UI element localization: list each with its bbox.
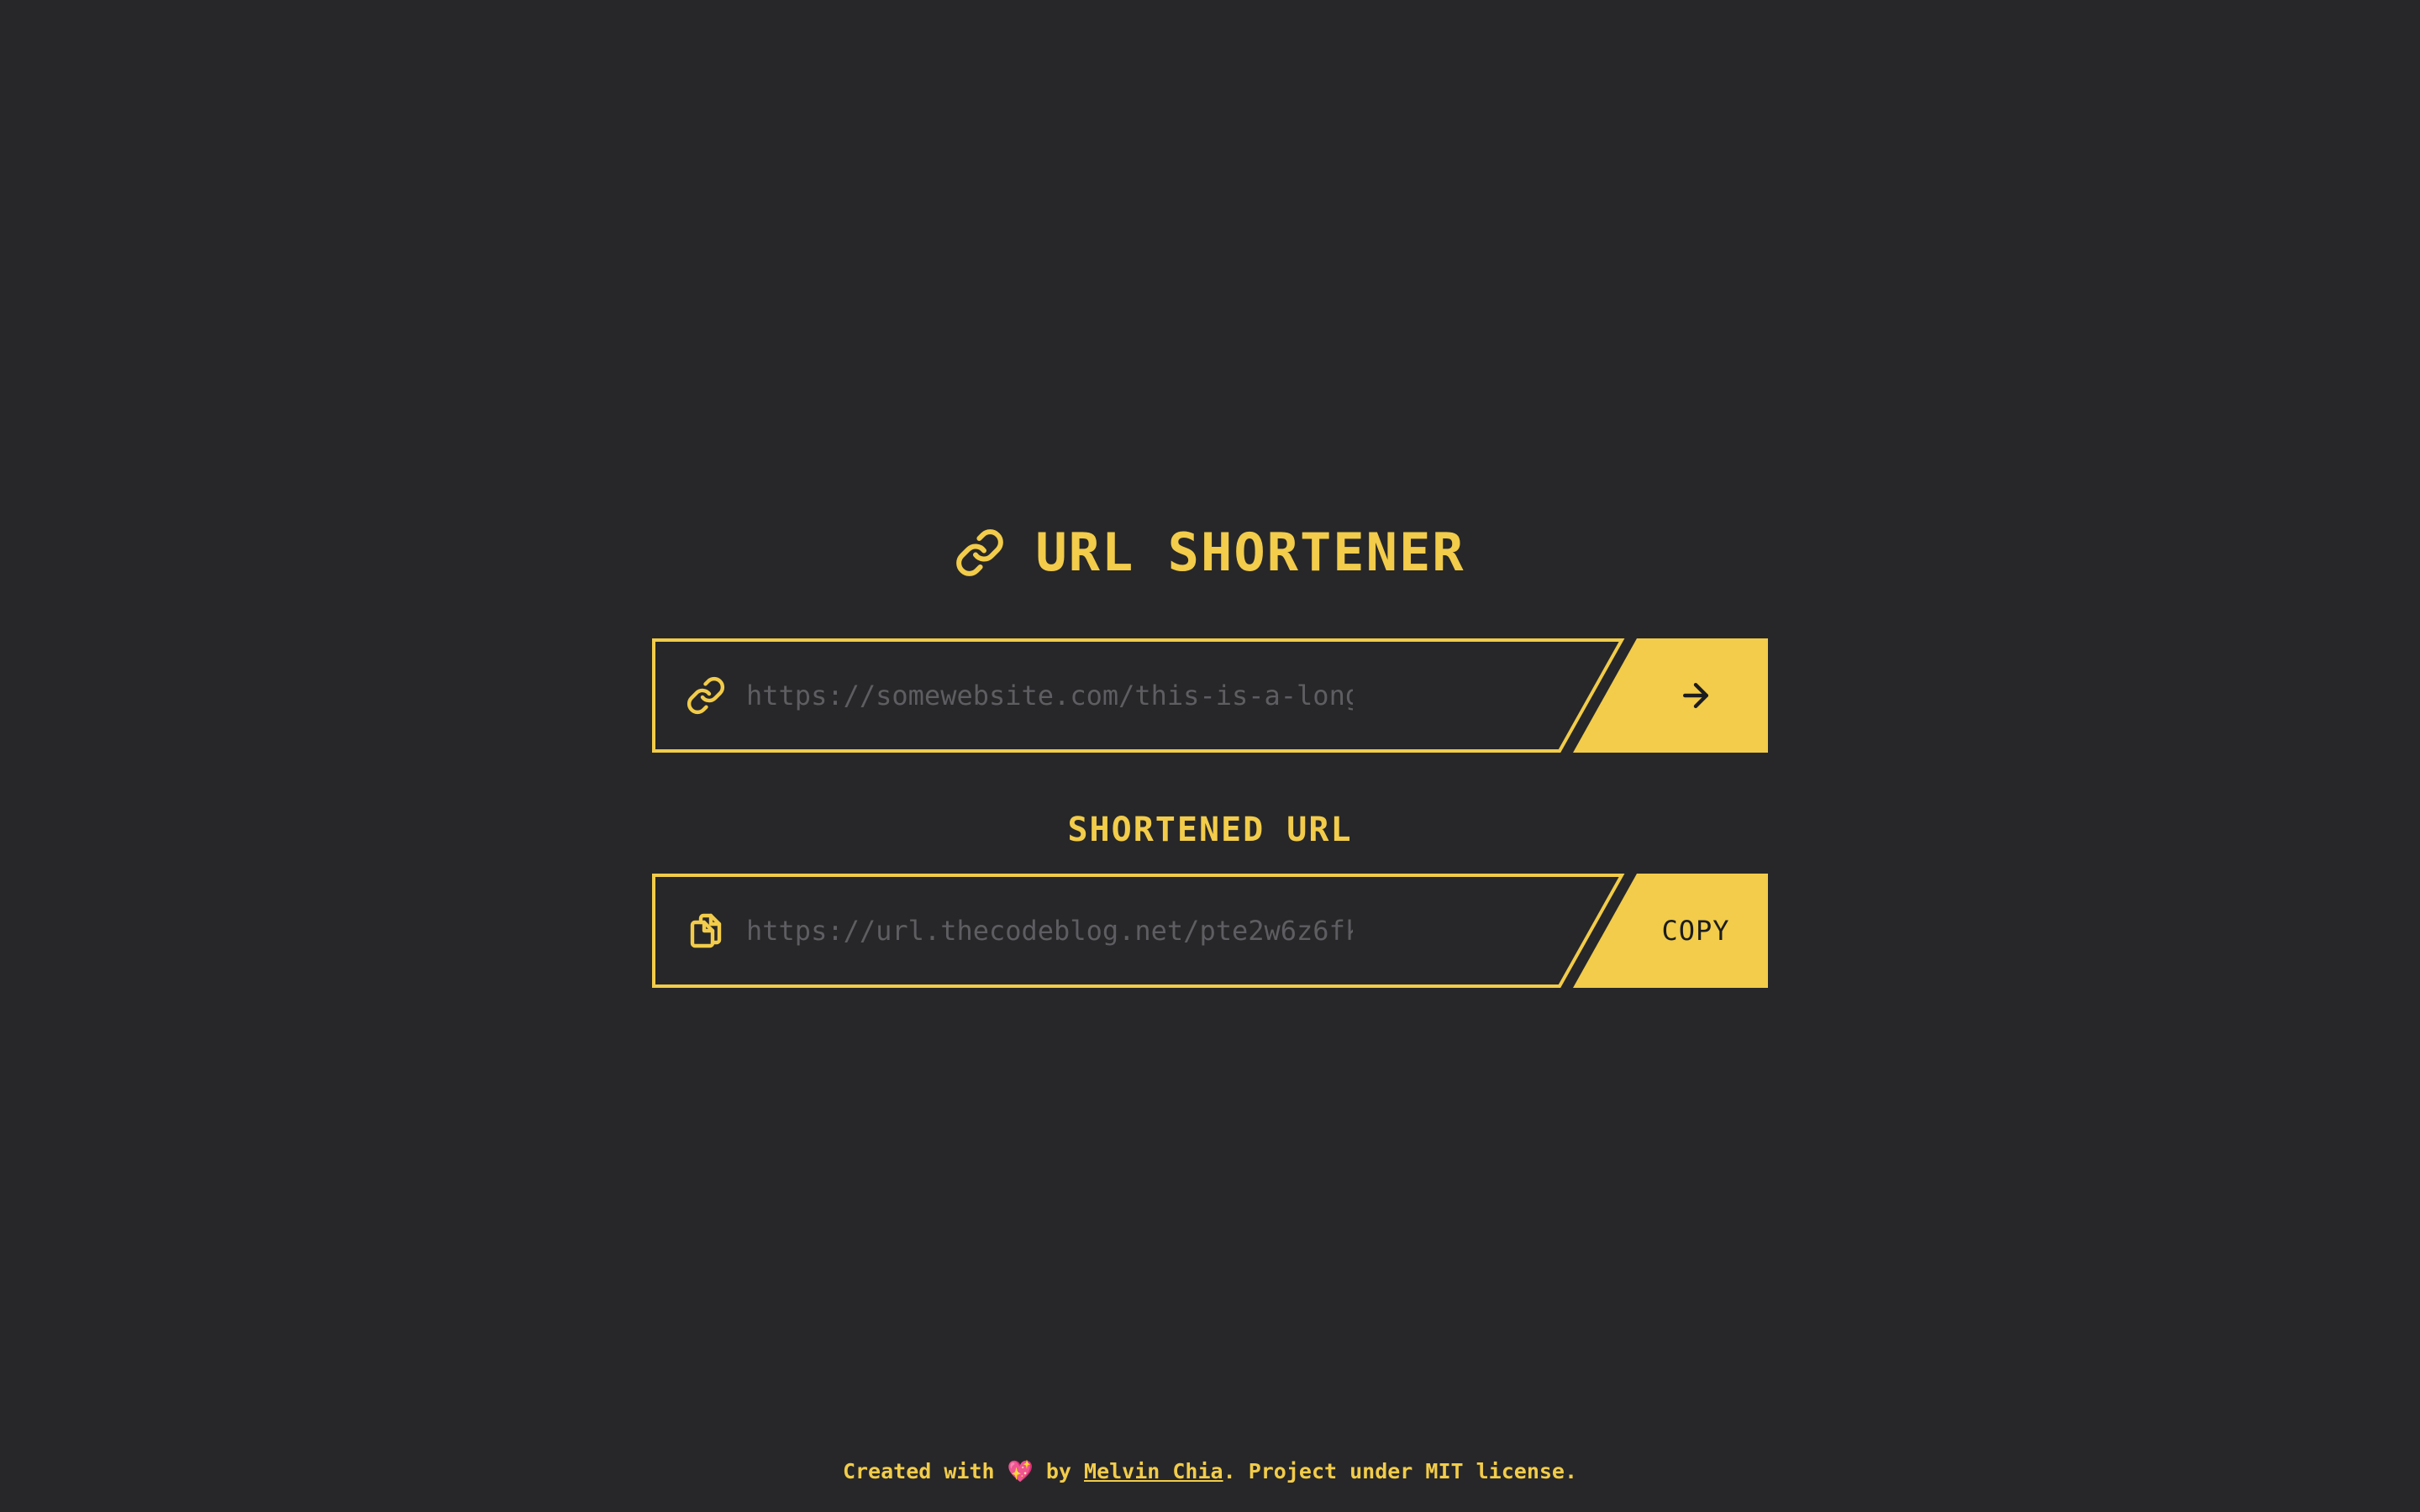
copy-icon [686,911,726,951]
link-icon [955,528,1005,578]
url-input-row [652,638,1768,753]
link-icon [686,675,726,716]
shortened-url-label: SHORTENED URL [1067,811,1353,849]
footer: Created with 💖 by Melvin Chia. Project u… [0,1457,2420,1487]
url-input-frame [652,638,1627,753]
shortened-url-value[interactable]: https://url.thecodeblog.net/pte2w6z6fka [746,906,1353,956]
page-title: URL SHORTENER [1035,522,1465,583]
author-link[interactable]: Melvin Chia [1084,1459,1223,1483]
copy-button-label: COPY [1661,915,1730,947]
long-url-input[interactable] [746,670,1353,721]
heart-icon: 💖 [1007,1459,1034,1483]
footer-prefix: Created with [842,1459,995,1483]
shortened-url-frame: https://url.thecodeblog.net/pte2w6z6fka [652,874,1627,988]
shortened-url-row: https://url.thecodeblog.net/pte2w6z6fka … [652,874,1768,988]
arrow-right-icon [1677,677,1714,714]
footer-by: by [1045,1459,1071,1483]
footer-suffix: . Project under MIT license. [1223,1459,1578,1483]
page-header: URL SHORTENER [0,519,2420,586]
